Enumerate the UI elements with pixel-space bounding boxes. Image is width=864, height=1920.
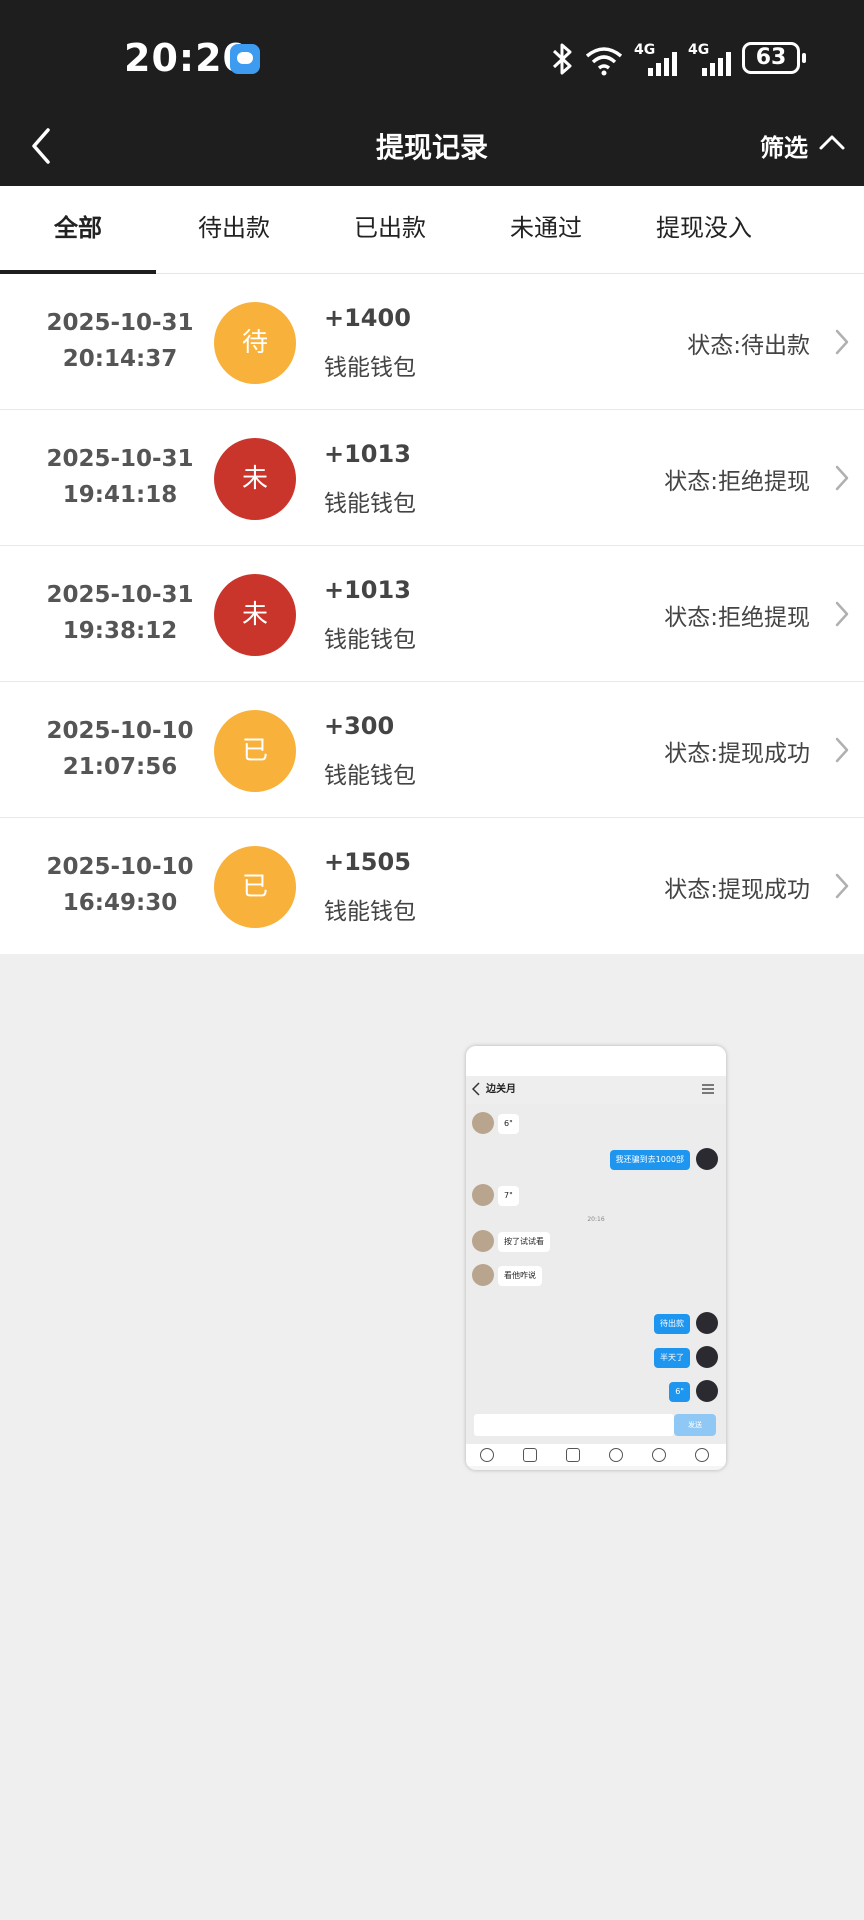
record-wallet: 钱能钱包 [324, 491, 416, 517]
chat-bubble: 待出款 [654, 1314, 690, 1334]
wifi-icon [585, 47, 623, 76]
record-status: 状态:提现成功 [664, 741, 810, 767]
record-row[interactable]: 2025-10-31 19:41:18 未 +1013 钱能钱包 状态:拒绝提现 [0, 410, 864, 546]
record-date: 2025-10-10 [46, 854, 194, 880]
page-title: 提现记录 [375, 131, 488, 164]
microphone-icon [480, 1448, 494, 1462]
chat-bubble: 看他咋说 [498, 1266, 542, 1286]
thumbnail-status-area [466, 1046, 726, 1076]
avatar [696, 1312, 718, 1334]
record-date: 2025-10-10 [46, 718, 194, 744]
tab-all[interactable]: 全部 [0, 186, 156, 274]
image-icon [523, 1448, 537, 1462]
avatar [696, 1346, 718, 1368]
chat-screenshot-thumbnail[interactable]: 边关月 6" 我还骗到去1000部 7" 20:16 按了试试看 看他咋说 待出… [466, 1046, 726, 1470]
chevron-right-icon [835, 737, 849, 763]
avatar [472, 1112, 494, 1134]
record-wallet: 钱能钱包 [324, 763, 416, 789]
thumbnail-chat-header: 边关月 [466, 1076, 726, 1104]
record-date: 2025-10-31 [46, 310, 194, 336]
record-wallet: 钱能钱包 [324, 355, 416, 381]
chat-contact-name: 边关月 [486, 1084, 516, 1095]
avatar [696, 1148, 718, 1170]
record-amount: +1013 [324, 440, 411, 468]
chevron-right-icon [835, 873, 849, 899]
battery-icon: 63 [742, 42, 806, 74]
avatar [472, 1264, 494, 1286]
record-time: 20:14:37 [62, 346, 178, 372]
record-status: 状态:拒绝提现 [664, 469, 810, 495]
status-badge: 已 [214, 846, 296, 928]
status-badge: 未 [214, 574, 296, 656]
tab-pending-payout[interactable]: 待出款 [156, 186, 312, 274]
tab-not-credited[interactable]: 提现没入 [624, 186, 784, 274]
record-row[interactable]: 2025-10-31 20:14:37 待 +1400 钱能钱包 状态:待出款 [0, 274, 864, 410]
record-amount: +1400 [324, 304, 411, 332]
tab-paid-out[interactable]: 已出款 [312, 186, 468, 274]
status-badge: 待 [214, 302, 296, 384]
status-badge: 未 [214, 438, 296, 520]
chat-message-area: 6" 我还骗到去1000部 7" 20:16 按了试试看 看他咋说 待出款 半天… [466, 1104, 726, 1462]
record-time: 19:38:12 [62, 618, 178, 644]
record-row[interactable]: 2025-10-10 21:07:56 已 +300 钱能钱包 状态:提现成功 [0, 682, 864, 818]
camera-icon [566, 1448, 580, 1462]
record-wallet: 钱能钱包 [324, 899, 416, 925]
cellular-signal-2-icon: 4G [688, 42, 732, 76]
bluetooth-icon [552, 43, 572, 75]
chat-toolbar [466, 1444, 726, 1466]
avatar [696, 1380, 718, 1402]
chevron-up-icon[interactable] [818, 132, 846, 152]
record-amount: +1505 [324, 848, 411, 876]
cellular-signal-1-icon: 4G [634, 42, 678, 76]
chat-input [474, 1414, 674, 1436]
record-time: 21:07:56 [62, 754, 178, 780]
avatar [472, 1184, 494, 1206]
chevron-right-icon [835, 465, 849, 491]
record-amount: +1013 [324, 576, 411, 604]
chat-timestamp: 20:16 [587, 1216, 605, 1223]
record-status: 状态:提现成功 [664, 877, 810, 903]
withdrawal-record-list: 2025-10-31 20:14:37 待 +1400 钱能钱包 状态:待出款 … [0, 274, 864, 954]
record-row[interactable]: 2025-10-31 19:38:12 未 +1013 钱能钱包 状态:拒绝提现 [0, 546, 864, 682]
message-notification-icon [230, 44, 260, 74]
record-date: 2025-10-31 [46, 582, 194, 608]
record-amount: +300 [324, 712, 395, 740]
record-row[interactable]: 2025-10-10 16:49:30 已 +1505 钱能钱包 状态:提现成功 [0, 818, 864, 954]
record-status: 状态:拒绝提现 [664, 605, 810, 631]
tab-bar: 全部 待出款 已出款 未通过 提现没入 [0, 186, 864, 274]
menu-icon [702, 1084, 714, 1094]
status-badge: 已 [214, 710, 296, 792]
chat-bubble: 半天了 [654, 1348, 690, 1368]
emoji-icon [652, 1448, 666, 1462]
chevron-right-icon [835, 329, 849, 355]
record-date: 2025-10-31 [46, 446, 194, 472]
chat-bubble: 按了试试看 [498, 1232, 550, 1252]
record-wallet: 钱能钱包 [324, 627, 416, 653]
record-status: 状态:待出款 [687, 333, 810, 359]
voice-message: 6" [669, 1382, 690, 1402]
filter-button[interactable]: 筛选 [760, 128, 808, 163]
record-time: 16:49:30 [62, 890, 178, 916]
record-time: 19:41:18 [62, 482, 178, 508]
status-bar: 20:20 4G 4G 63 [0, 0, 864, 118]
voice-message: 6" [498, 1114, 519, 1134]
chat-bubble: 我还骗到去1000部 [609, 1150, 690, 1170]
send-button: 发送 [674, 1414, 716, 1436]
tab-rejected[interactable]: 未通过 [468, 186, 624, 274]
voice-message: 7" [498, 1186, 519, 1206]
top-bar: 20:20 4G 4G 63 提现记录 筛选 [0, 0, 864, 186]
chevron-right-icon [835, 601, 849, 627]
avatar [472, 1230, 494, 1252]
back-arrow-icon [472, 1082, 480, 1096]
plus-icon [695, 1448, 709, 1462]
header: 提现记录 筛选 [0, 118, 864, 186]
sticker-icon [609, 1448, 623, 1462]
